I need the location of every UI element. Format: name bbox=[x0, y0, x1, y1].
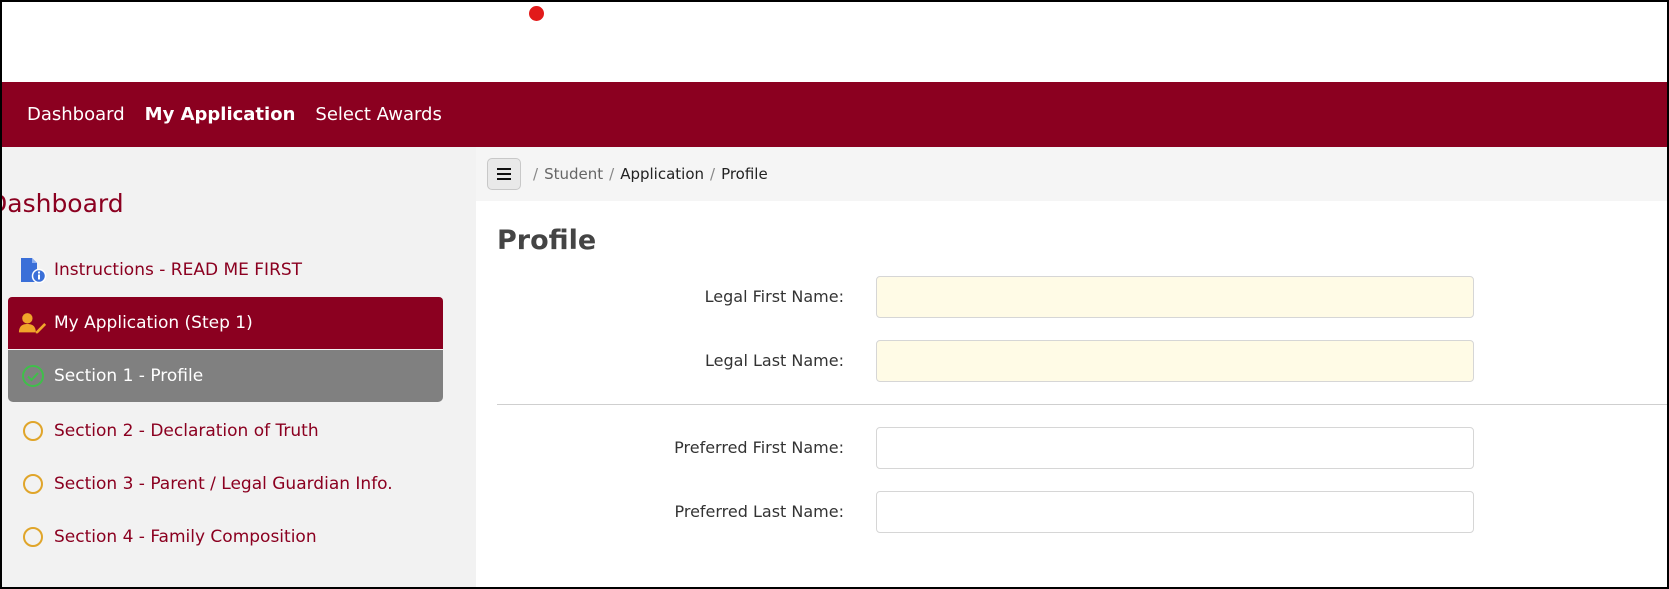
hamburger-icon bbox=[497, 168, 511, 180]
nav-my-application[interactable]: My Application bbox=[145, 104, 296, 125]
breadcrumb-application[interactable]: Application bbox=[620, 165, 704, 183]
preferred-first-name-input[interactable] bbox=[876, 427, 1474, 469]
breadcrumb-separator: / bbox=[533, 165, 539, 183]
breadcrumb-separator: / bbox=[609, 165, 615, 183]
legal-last-name-input[interactable] bbox=[876, 340, 1474, 382]
sidebar-title: Dashboard bbox=[0, 189, 124, 218]
preferred-last-name-input[interactable] bbox=[876, 491, 1474, 533]
page-title: Profile bbox=[497, 225, 597, 256]
sidebar-item-label: Section 3 - Parent / Legal Guardian Info… bbox=[54, 474, 393, 494]
top-navbar: Dashboard My Application Select Awards bbox=[0, 82, 1669, 147]
document-info-icon bbox=[18, 258, 48, 283]
form-row-preferred-last-name: Preferred Last Name: bbox=[476, 491, 1669, 533]
hamburger-menu-button[interactable] bbox=[487, 158, 521, 190]
sidebar-item-label: Section 4 - Family Composition bbox=[54, 527, 317, 547]
sidebar-item-section-1[interactable]: Section 1 - Profile bbox=[8, 350, 443, 402]
breadcrumb-profile: Profile bbox=[721, 165, 768, 183]
nav-select-awards[interactable]: Select Awards bbox=[315, 104, 441, 125]
section-divider bbox=[497, 404, 1669, 405]
sidebar-item-my-application[interactable]: My Application (Step 1) bbox=[8, 297, 443, 349]
legal-first-name-label: Legal First Name: bbox=[704, 287, 844, 306]
form-row-preferred-first-name: Preferred First Name: bbox=[476, 427, 1669, 469]
form-row-legal-first-name: Legal First Name: bbox=[476, 276, 1669, 318]
sidebar-item-label: Section 2 - Declaration of Truth bbox=[54, 421, 319, 441]
sidebar-item-section-3[interactable]: Section 3 - Parent / Legal Guardian Info… bbox=[8, 458, 443, 510]
circle-icon bbox=[18, 525, 48, 549]
red-dot bbox=[529, 6, 544, 21]
legal-last-name-label: Legal Last Name: bbox=[705, 351, 844, 370]
breadcrumb: / Student / Application / Profile bbox=[476, 147, 1669, 201]
sidebar-item-instructions[interactable]: Instructions - READ ME FIRST bbox=[8, 244, 443, 296]
circle-icon bbox=[18, 472, 48, 496]
sidebar-item-label: Instructions - READ ME FIRST bbox=[54, 260, 303, 280]
preferred-last-name-label: Preferred Last Name: bbox=[674, 502, 844, 521]
user-edit-icon bbox=[18, 311, 48, 335]
circle-icon bbox=[18, 419, 48, 443]
sidebar: Dashboard Instructions - READ ME FIRST M… bbox=[0, 147, 476, 589]
top-banner bbox=[0, 0, 1669, 82]
preferred-first-name-label: Preferred First Name: bbox=[674, 438, 844, 457]
sidebar-item-label: Section 1 - Profile bbox=[54, 366, 204, 386]
breadcrumb-student[interactable]: Student bbox=[544, 165, 603, 183]
sidebar-item-section-4[interactable]: Section 4 - Family Composition bbox=[8, 511, 443, 563]
sidebar-item-label: My Application (Step 1) bbox=[54, 313, 253, 333]
nav-dashboard[interactable]: Dashboard bbox=[27, 104, 125, 125]
legal-first-name-input[interactable] bbox=[876, 276, 1474, 318]
check-circle-icon bbox=[18, 364, 48, 388]
breadcrumb-separator: / bbox=[710, 165, 716, 183]
main-content: / Student / Application / Profile Profil… bbox=[476, 147, 1669, 589]
sidebar-item-section-2[interactable]: Section 2 - Declaration of Truth bbox=[8, 405, 443, 457]
form-row-legal-last-name: Legal Last Name: bbox=[476, 340, 1669, 382]
